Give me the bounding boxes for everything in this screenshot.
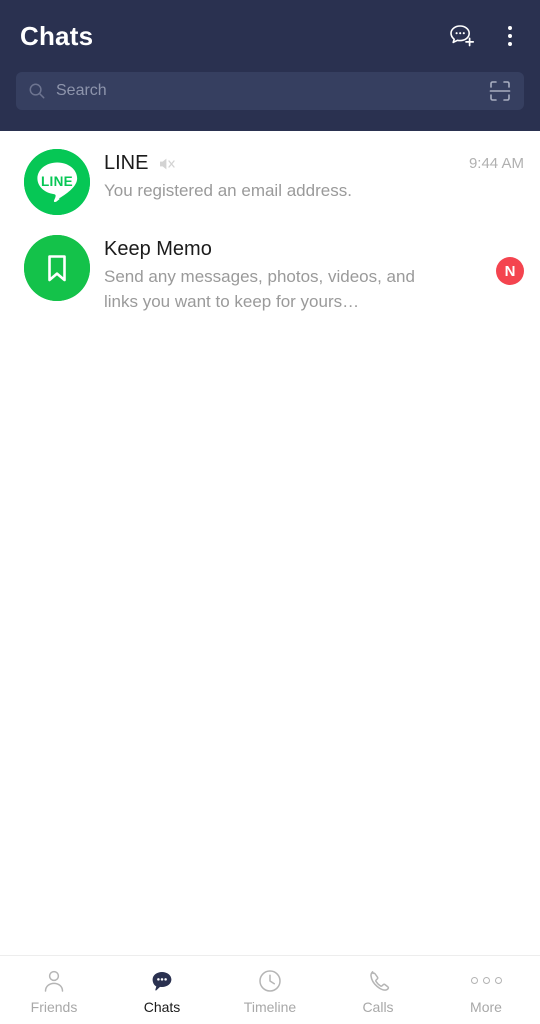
nav-label: Timeline [243,998,297,1015]
chat-item-title-row: LINE [104,151,450,176]
svg-text:LINE: LINE [41,174,73,189]
chat-list-item-keep-memo[interactable]: Keep Memo Send any messages, photos, vid… [0,225,540,324]
clock-outline-icon [256,967,284,995]
kebab-menu-icon[interactable] [500,22,520,50]
app-header: Chats [0,0,540,131]
chat-name: Keep Memo [104,238,212,260]
chat-name: LINE [104,152,149,174]
chat-list-item-line[interactable]: LINE LINE You registered an email addres… [0,139,540,225]
avatar-line[interactable]: LINE [24,149,90,215]
chat-item-content: LINE You registered an email address. [90,149,450,204]
chat-item-meta: N [450,235,524,285]
avatar-keep-memo[interactable] [24,235,90,301]
chat-bubble-filled-icon [148,967,176,995]
nav-item-calls[interactable]: Calls [324,956,432,1024]
person-outline-icon [40,967,68,995]
phone-handset-icon [364,967,392,995]
chat-timestamp: 9:44 AM [468,155,524,172]
bottom-navigation: Friends Chats Timeline Calls More [0,955,540,1024]
nav-item-more[interactable]: More [432,956,540,1024]
new-chat-bubble-plus-icon[interactable] [446,20,478,52]
chat-item-meta: 9:44 AM [450,149,524,172]
chat-list: LINE LINE You registered an email addres… [0,131,540,955]
line-chats-screen: Chats Search LINE LINE You registered an… [0,0,540,1024]
chat-item-content: Keep Memo Send any messages, photos, vid… [90,235,450,314]
chat-preview-text: Send any messages, photos, videos, and l… [104,267,415,311]
search-input[interactable] [56,82,480,100]
header-top-bar: Chats [0,0,540,72]
header-actions [446,20,520,52]
search-bar[interactable] [16,72,524,110]
nav-label: Calls [362,998,394,1015]
status-badge: N [496,257,524,285]
chat-item-title-row: Keep Memo [104,237,450,262]
chat-preview-text: You registered an email address. [104,181,352,200]
three-dots-icon [470,967,502,995]
qr-scan-icon[interactable] [488,79,512,103]
page-title: Chats [20,21,94,51]
nav-label: Chats [143,998,181,1015]
nav-label: More [470,998,502,1015]
nav-item-chats[interactable]: Chats [108,956,216,1024]
search-container [0,72,540,110]
nav-item-friends[interactable]: Friends [0,956,108,1024]
mute-speaker-icon [156,154,176,174]
nav-label: Friends [30,998,78,1015]
nav-item-timeline[interactable]: Timeline [216,956,324,1024]
magnifier-icon [28,82,46,100]
